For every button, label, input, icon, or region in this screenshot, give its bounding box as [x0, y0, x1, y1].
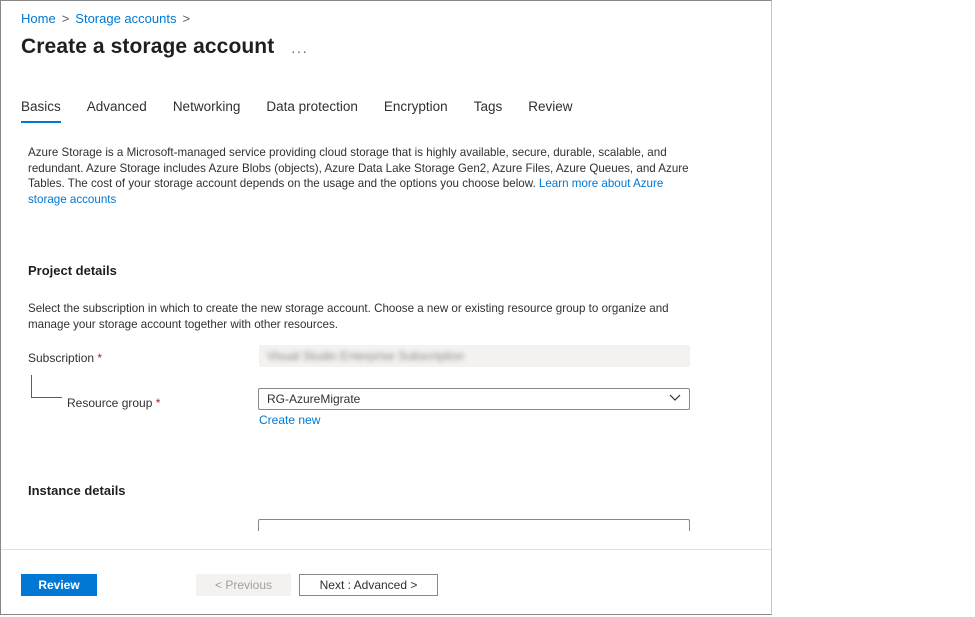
subscription-select[interactable]: Visual Studio Enterprise Subscription	[259, 345, 690, 367]
storage-account-name-input[interactable]	[258, 519, 690, 531]
tree-connector	[31, 375, 62, 398]
subscription-value: Visual Studio Enterprise Subscription	[267, 349, 465, 363]
tab-basics[interactable]: Basics	[21, 99, 61, 123]
footer-divider	[1, 549, 771, 550]
instance-details-heading: Instance details	[28, 483, 126, 498]
project-details-heading: Project details	[28, 263, 117, 278]
resource-group-value: RG-AzureMigrate	[267, 392, 361, 406]
tab-networking[interactable]: Networking	[173, 99, 241, 123]
resource-group-select[interactable]: RG-AzureMigrate	[258, 388, 690, 410]
chevron-down-icon	[669, 394, 681, 401]
tab-data-protection[interactable]: Data protection	[266, 99, 358, 123]
more-options-icon[interactable]: ···	[291, 43, 308, 59]
breadcrumb-separator: >	[182, 11, 191, 26]
subscription-label: Subscription *	[28, 351, 102, 365]
review-button[interactable]: Review	[21, 574, 97, 596]
tab-tags[interactable]: Tags	[474, 99, 503, 123]
next-advanced-button[interactable]: Next : Advanced >	[299, 574, 438, 596]
breadcrumb-home-link[interactable]: Home	[21, 11, 56, 26]
create-storage-account-blade: Home > Storage accounts > Create a stora…	[0, 0, 772, 615]
previous-button[interactable]: < Previous	[196, 574, 291, 596]
breadcrumb-storage-accounts-link[interactable]: Storage accounts	[75, 11, 176, 26]
breadcrumb-separator: >	[61, 11, 70, 26]
tab-bar: Basics Advanced Networking Data protecti…	[21, 99, 599, 125]
required-asterisk: *	[155, 396, 161, 410]
subscription-label-text: Subscription	[28, 351, 95, 365]
required-asterisk: *	[97, 351, 103, 365]
resource-group-label-text: Resource group	[67, 396, 153, 410]
tab-review[interactable]: Review	[528, 99, 572, 123]
project-details-description: Select the subscription in which to crea…	[28, 302, 669, 331]
create-new-link[interactable]: Create new	[259, 413, 320, 427]
resource-group-label: Resource group *	[67, 396, 160, 410]
tab-encryption[interactable]: Encryption	[384, 99, 448, 123]
page-title: Create a storage account	[21, 35, 275, 58]
intro-description: Azure Storage is a Microsoft-managed ser…	[28, 145, 696, 207]
breadcrumb: Home > Storage accounts >	[21, 11, 190, 26]
tab-advanced[interactable]: Advanced	[87, 99, 147, 123]
